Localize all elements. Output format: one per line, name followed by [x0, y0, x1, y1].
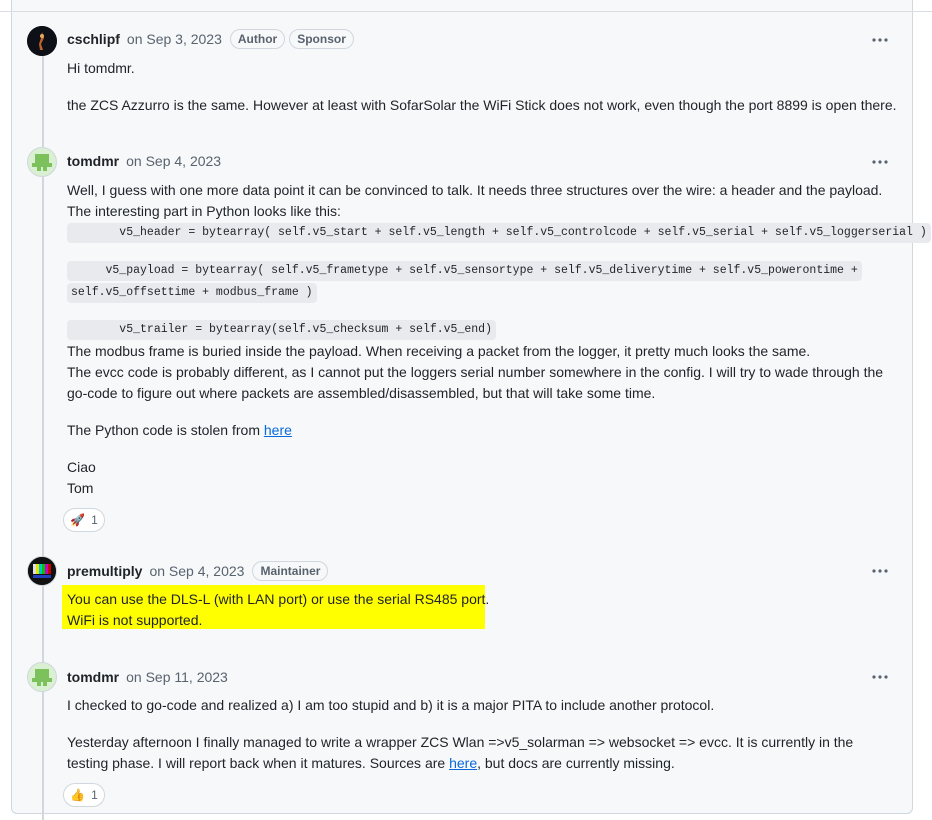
thumbs-up-icon: 👍	[70, 788, 86, 802]
comment-date[interactable]: on Sep 4, 2023	[149, 563, 244, 579]
comment-date[interactable]: on Sep 11, 2023	[126, 669, 228, 685]
kebab-icon	[872, 38, 888, 42]
kebab-icon	[872, 569, 888, 573]
sponsor-badge: Sponsor	[289, 29, 354, 49]
source-link[interactable]: here	[264, 422, 292, 438]
code-snippet: v5_header = bytearray( self.v5_start + s…	[67, 223, 931, 243]
divider	[0, 11, 932, 12]
author-name[interactable]: tomdmr	[67, 153, 119, 169]
more-options-button[interactable]	[866, 153, 894, 171]
code-snippet: self.v5_offsettime + modbus_frame )	[67, 283, 317, 303]
comment-text: testing phase. I will report back when i…	[67, 753, 675, 774]
comment-text: The evcc code is probably different, as …	[67, 364, 884, 380]
more-options-button[interactable]	[866, 668, 894, 686]
author-name[interactable]: cschlipf	[67, 31, 120, 47]
signature: Ciao	[67, 459, 96, 475]
comment-text: You can use the DLS-L (with LAN port) or…	[67, 591, 490, 607]
author-name[interactable]: premultiply	[67, 563, 142, 579]
author-name[interactable]: tomdmr	[67, 669, 119, 685]
reaction-button[interactable]: 👍 1	[63, 783, 105, 807]
author-badge: Author	[229, 29, 286, 49]
comment-text: WiFi is not supported.	[67, 612, 203, 628]
comment-text: go-code to figure out where packets are …	[67, 385, 656, 401]
comment-text: The Python code is stolen from here	[67, 420, 292, 441]
text-after-link: , but docs are currently missing.	[477, 755, 675, 771]
source-text: The Python code is stolen from	[67, 422, 264, 438]
comment-text: Well, I guess with one more data point i…	[67, 182, 883, 198]
more-options-button[interactable]	[866, 562, 894, 580]
comment-text: The modbus frame is buried inside the pa…	[67, 343, 811, 359]
comment-date[interactable]: on Sep 4, 2023	[126, 153, 221, 169]
reaction-count: 1	[91, 788, 98, 802]
comment-text: Yesterday afternoon I finally managed to…	[67, 734, 854, 750]
reaction-button[interactable]: 🚀 1	[63, 508, 105, 532]
sources-link[interactable]: here	[449, 755, 477, 771]
test-pattern-avatar-icon[interactable]	[27, 556, 57, 586]
maintainer-badge: Maintainer	[252, 561, 329, 581]
discussion-card	[11, 0, 913, 814]
comment-date[interactable]: on Sep 3, 2023	[127, 31, 222, 47]
comment-text: I checked to go-code and realized a) I a…	[67, 697, 715, 713]
comment-text: The interesting part in Python looks lik…	[67, 203, 341, 219]
reaction-count: 1	[91, 513, 98, 527]
kebab-icon	[872, 160, 888, 164]
lamp-avatar-icon[interactable]	[27, 26, 57, 56]
code-snippet: v5_trailer = bytearray(self.v5_checksum …	[67, 320, 496, 340]
more-options-button[interactable]	[866, 31, 894, 49]
green-pixel-avatar-icon[interactable]	[27, 662, 57, 692]
comment-text: Hi tomdmr.	[67, 60, 135, 76]
text-before-link: testing phase. I will report back when i…	[67, 755, 450, 771]
green-pixel-avatar-icon[interactable]	[27, 147, 57, 177]
kebab-icon	[872, 675, 888, 679]
code-snippet: v5_payload = bytearray( self.v5_frametyp…	[67, 261, 862, 281]
rocket-icon: 🚀	[70, 513, 86, 527]
signature: Tom	[67, 480, 94, 496]
comment-text: the ZCS Azzurro is the same. However at …	[67, 97, 897, 113]
